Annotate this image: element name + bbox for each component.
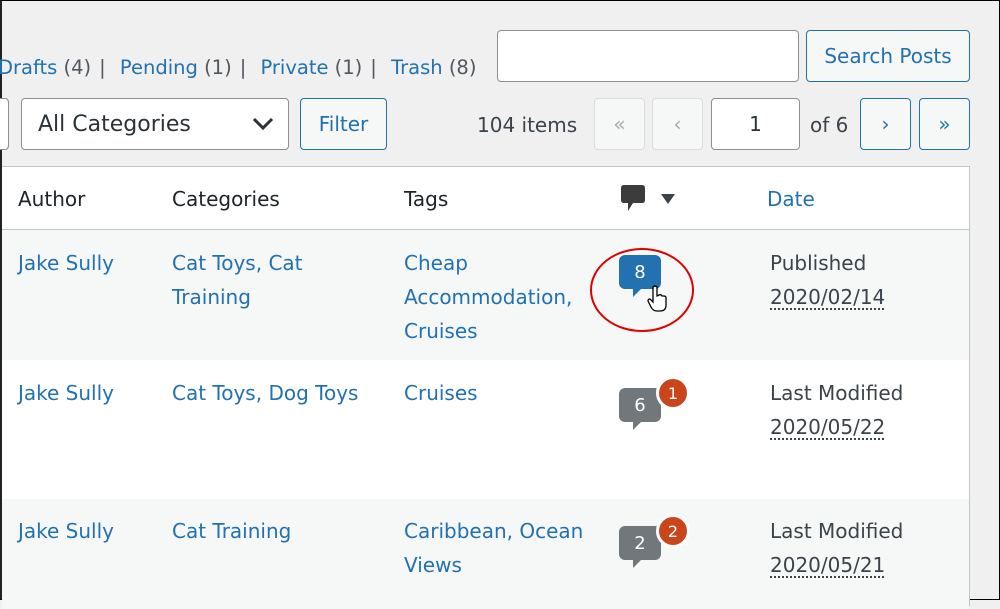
column-comments-sort[interactable] <box>621 184 675 214</box>
post-status-links: Drafts (4) | Pending (1) | Private (1) | Tr… <box>0 56 477 79</box>
comment-bubble-icon <box>621 185 645 211</box>
column-tags: Tags <box>404 187 449 211</box>
next-page-button[interactable]: › <box>860 98 911 150</box>
comment-count: 2 <box>634 532 646 554</box>
post-status: Last Modified <box>770 519 904 543</box>
trash-count: (8) <box>448 56 477 79</box>
hand-cursor-icon <box>647 285 667 312</box>
drafts-label: Drafts <box>0 56 58 79</box>
trash-link[interactable]: Trash (8) <box>391 56 476 79</box>
pending-label: Pending <box>119 56 198 79</box>
current-page-input[interactable] <box>711 98 800 150</box>
column-categories: Categories <box>172 187 280 211</box>
author-link[interactable]: Jake Sully <box>18 376 114 410</box>
private-label: Private <box>260 56 329 79</box>
sort-down-icon <box>661 194 675 204</box>
table-row: Jake Sully Cat Toys, Cat Training Cheap … <box>2 230 969 360</box>
chevron-down-icon <box>252 117 274 131</box>
category-select[interactable]: All Categories <box>21 98 289 150</box>
items-count: 104 items <box>477 113 578 137</box>
search-input[interactable] <box>497 30 799 82</box>
pending-comments-badge[interactable]: 1 <box>656 376 690 410</box>
date-filter-select[interactable] <box>0 98 9 150</box>
post-date: 2020/05/21 <box>770 553 886 577</box>
author-link[interactable]: Jake Sully <box>18 246 114 280</box>
table-row: Jake Sully Cat Training Caribbean, Ocean… <box>2 499 969 609</box>
pending-count: (1) <box>204 56 232 79</box>
column-author: Author <box>18 187 86 211</box>
categories-links[interactable]: Cat Toys, Dog Toys <box>172 376 372 410</box>
drafts-link[interactable]: Drafts (4) <box>0 56 91 79</box>
prev-page-button[interactable]: ‹ <box>652 98 703 150</box>
column-date-sort[interactable]: Date <box>767 182 815 216</box>
post-status: Last Modified <box>770 381 904 405</box>
approved-comments-bubble[interactable]: 6 <box>619 388 661 430</box>
table-header: Author Categories Tags Date <box>2 167 969 230</box>
post-date: 2020/02/14 <box>770 285 886 309</box>
categories-links[interactable]: Cat Training <box>172 514 372 548</box>
pending-link[interactable]: Pending (1) <box>120 56 232 79</box>
table-row: Jake Sully Cat Toys, Dog Toys Cruises 6 … <box>2 360 969 499</box>
highlight-circle <box>590 248 694 332</box>
tags-links[interactable]: Cruises <box>404 376 594 410</box>
comment-count: 6 <box>634 394 646 416</box>
post-status: Published <box>770 251 867 275</box>
private-link[interactable]: Private (1) <box>260 56 362 79</box>
approved-comments-bubble[interactable]: 2 <box>619 526 661 568</box>
post-date: 2020/05/22 <box>770 415 886 439</box>
author-link[interactable]: Jake Sully <box>18 514 114 548</box>
posts-table: Author Categories Tags Date Jake Sully C… <box>2 166 970 609</box>
first-page-button[interactable]: « <box>594 98 645 150</box>
category-select-value: All Categories <box>38 111 191 137</box>
filter-button[interactable]: Filter <box>300 98 387 150</box>
trash-label: Trash <box>391 56 443 79</box>
categories-links[interactable]: Cat Toys, Cat Training <box>172 246 372 314</box>
tags-links[interactable]: Cheap Accommodation, Cruises <box>404 246 594 348</box>
pending-comments-badge[interactable]: 2 <box>656 514 690 548</box>
last-page-button[interactable]: » <box>919 98 970 150</box>
total-pages: of 6 <box>810 113 849 137</box>
tags-links[interactable]: Caribbean, Ocean Views <box>404 514 594 582</box>
private-count: (1) <box>334 56 363 79</box>
drafts-count: (4) <box>63 56 92 79</box>
search-posts-button[interactable]: Search Posts <box>806 30 970 82</box>
